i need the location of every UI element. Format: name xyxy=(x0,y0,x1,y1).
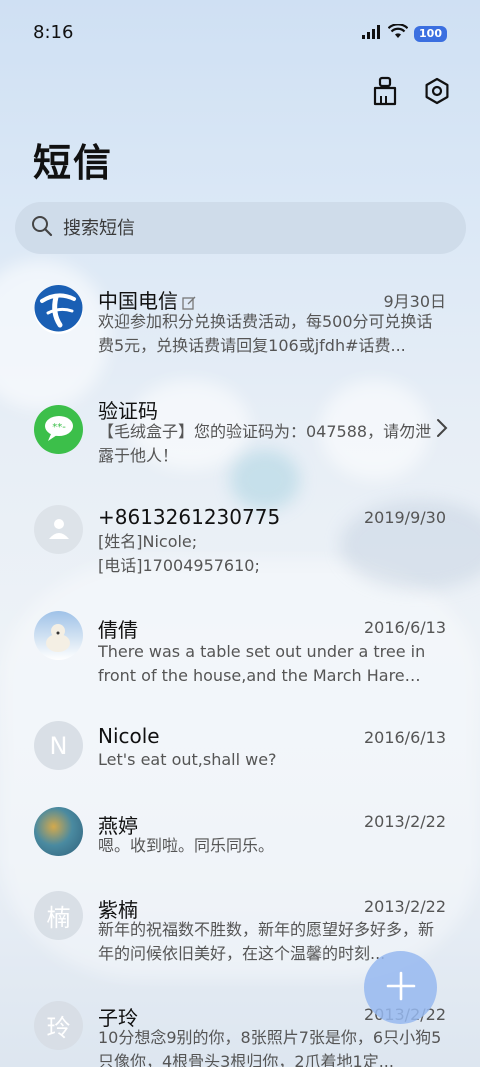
avatar xyxy=(34,285,83,334)
avatar: 玲 xyxy=(34,1001,83,1050)
message-preview: There was a table set out under a tree i… xyxy=(98,642,426,685)
message-item[interactable]: +8613261230775 2019/9/30 [姓名]Nicole; [电话… xyxy=(0,490,480,600)
message-date: 2019/9/30 xyxy=(363,508,446,527)
new-message-button[interactable] xyxy=(364,951,437,1024)
message-preview: 欢迎参加积分兑换话费活动，每500分可兑换话费5元，兑换话费请回复106或jfd… xyxy=(98,312,433,355)
person-icon xyxy=(46,515,72,545)
svg-text:**-: **- xyxy=(52,422,66,433)
search-icon xyxy=(31,215,53,241)
message-item[interactable]: **- 验证码 【毛绒盒子】您的验证码为：047588，请勿泄露于他人！ xyxy=(0,380,480,490)
search-input[interactable] xyxy=(63,217,423,239)
message-item[interactable]: N Nicole 2016/6/13 Let's eat out,shall w… xyxy=(0,710,480,820)
message-preview: Let's eat out,shall we? xyxy=(98,750,277,769)
sender-name: +8613261230775 xyxy=(98,505,281,529)
status-icons: 100 xyxy=(362,23,447,43)
china-telecom-logo-icon xyxy=(34,285,83,334)
message-item[interactable]: 中国电信 9月30日 欢迎参加积分兑换话费活动，每500分可兑换话费5元，兑换话… xyxy=(0,270,480,380)
wifi-icon xyxy=(387,23,409,43)
broom-icon xyxy=(371,76,399,110)
plus-icon xyxy=(386,971,416,1005)
polar-bear-photo-icon xyxy=(34,611,83,660)
avatar-letter: N xyxy=(49,731,68,760)
avatar: 楠 xyxy=(34,891,83,940)
message-preview: 嗯。收到啦。同乐同乐。 xyxy=(98,836,275,855)
avatar xyxy=(34,505,83,554)
status-bar: 8:16 100 xyxy=(0,0,480,68)
clean-button[interactable] xyxy=(368,76,402,110)
signal-icon xyxy=(362,24,382,43)
avatar-letter: 楠 xyxy=(46,904,71,932)
avatar: **- xyxy=(34,405,83,454)
sender-name: 倩倩 xyxy=(98,618,138,642)
avatar xyxy=(34,807,83,856)
status-time: 8:16 xyxy=(33,22,74,43)
message-preview: [姓名]Nicole; [电话]17004957610; xyxy=(98,532,260,575)
message-date: 2016/6/13 xyxy=(363,618,446,637)
avatar: N xyxy=(34,721,83,770)
message-date: 2013/2/22 xyxy=(363,812,446,831)
message-item[interactable]: 倩倩 2016/6/13 There was a table set out u… xyxy=(0,600,480,710)
settings-button[interactable] xyxy=(420,76,454,110)
page-title: 短信 xyxy=(33,141,114,185)
message-preview: 【毛绒盒子】您的验证码为：047588，请勿泄露于他人！ xyxy=(98,422,432,465)
message-preview: 10分想念9别的你，8张照片7张是你，6只小狗5只像你，4根骨头3根归你，2爪着… xyxy=(98,1028,442,1067)
message-date: 9月30日 xyxy=(383,292,446,311)
avatar-letter: 玲 xyxy=(46,1014,71,1042)
search-bar[interactable] xyxy=(15,202,466,254)
avatar xyxy=(34,611,83,660)
battery-indicator: 100 xyxy=(414,25,447,42)
sender-name: Nicole xyxy=(98,724,160,748)
top-actions xyxy=(368,76,454,110)
message-date: 2016/6/13 xyxy=(363,728,446,747)
message-bubble-icon: **- xyxy=(43,414,75,446)
message-date: 2013/2/22 xyxy=(363,897,446,916)
chevron-right-icon xyxy=(436,416,448,444)
gear-icon xyxy=(423,77,451,109)
